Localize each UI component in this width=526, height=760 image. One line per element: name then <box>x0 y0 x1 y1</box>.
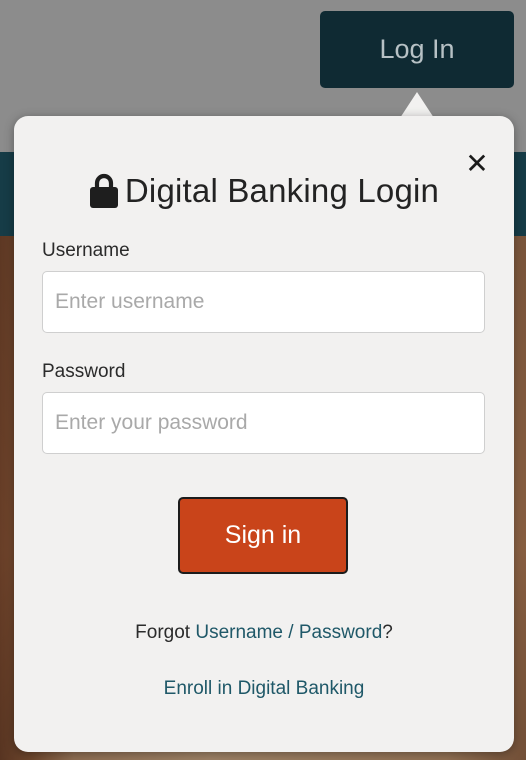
enroll-row: Enroll in Digital Banking <box>14 678 514 700</box>
sign-in-button[interactable]: Sign in <box>178 497 348 574</box>
enroll-link[interactable]: Enroll in Digital Banking <box>164 678 365 699</box>
login-toggle-label: Log In <box>379 34 455 64</box>
password-input[interactable] <box>42 392 485 454</box>
forgot-suffix: ? <box>382 622 393 643</box>
lock-icon <box>89 173 118 208</box>
popup-header: Digital Banking Login <box>14 172 514 210</box>
popup-pointer <box>400 92 434 118</box>
username-label: Username <box>42 240 130 261</box>
login-popup: ✕ Digital Banking Login Username Passwor… <box>14 116 514 752</box>
login-toggle-button[interactable]: Log In <box>320 11 514 88</box>
forgot-prefix: Forgot <box>135 622 196 643</box>
forgot-separator: / <box>283 622 299 643</box>
popup-title: Digital Banking Login <box>124 172 440 209</box>
forgot-username-link[interactable]: Username <box>195 622 283 643</box>
forgot-password-link[interactable]: Password <box>299 622 382 643</box>
forgot-credentials: Forgot Username / Password? <box>14 622 514 644</box>
password-label: Password <box>42 361 126 382</box>
username-input[interactable] <box>42 271 485 333</box>
